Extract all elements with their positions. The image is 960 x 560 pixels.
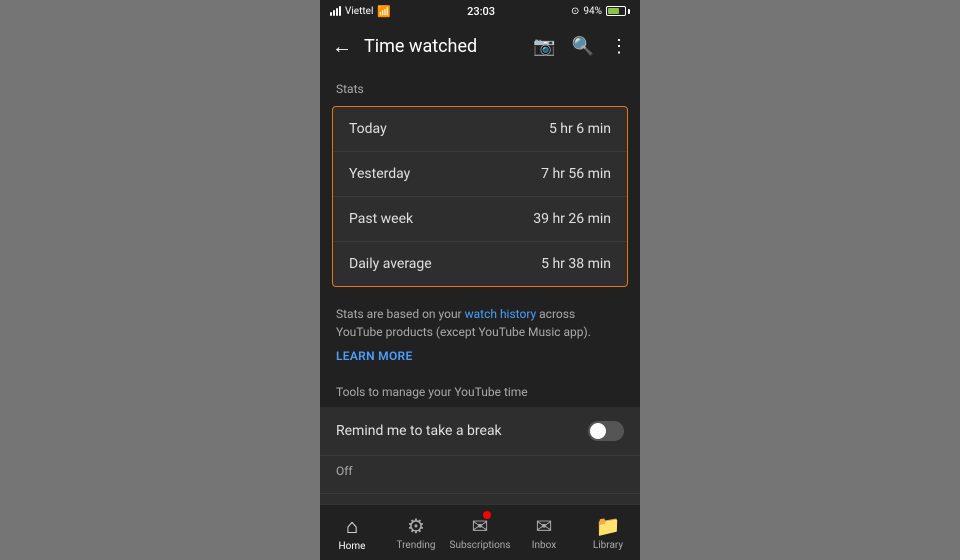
carrier-label: Viettel — [345, 6, 373, 17]
video-camera-icon[interactable]: 📷 — [533, 36, 555, 57]
learn-more-link[interactable]: LEARN MORE — [320, 345, 640, 375]
back-button[interactable]: ← — [332, 34, 352, 59]
stat-label-daily-avg: Daily average — [349, 256, 432, 272]
remind-toggle-knob — [590, 423, 606, 439]
stat-value-daily-avg: 5 hr 38 min — [541, 256, 611, 272]
content-area: Stats Today 5 hr 6 min Yesterday 7 hr 56… — [320, 70, 640, 504]
status-right: ⊙ 94% — [571, 6, 630, 17]
remind-state-row: Off — [320, 456, 640, 494]
nav-item-inbox[interactable]: ✉ Inbox — [512, 514, 576, 551]
battery-icon — [606, 6, 630, 16]
battery-percent: 94% — [583, 6, 602, 17]
autoplay-toggle-row: Autoplay — [320, 494, 640, 504]
bottom-nav: ⌂ Home ⚙ Trending ✉ Subscriptions ✉ Inbo… — [320, 504, 640, 560]
nav-label-library: Library — [593, 540, 623, 551]
stat-row-today: Today 5 hr 6 min — [333, 107, 627, 152]
stats-description: Stats are based on your watch history ac… — [320, 295, 640, 345]
top-bar-icons: 📷 🔍 ⋮ — [533, 36, 628, 57]
signal-bars-icon — [330, 6, 341, 16]
stat-label-yesterday: Yesterday — [349, 166, 410, 182]
stat-row-past-week: Past week 39 hr 26 min — [333, 197, 627, 242]
remind-toggle-switch[interactable] — [588, 421, 624, 441]
home-icon: ⌂ — [346, 514, 358, 539]
nav-item-home[interactable]: ⌂ Home — [320, 514, 384, 552]
nav-item-library[interactable]: 📁 Library — [576, 514, 640, 551]
stat-value-yesterday: 7 hr 56 min — [541, 166, 611, 182]
nav-item-subscriptions[interactable]: ✉ Subscriptions — [448, 514, 512, 551]
status-bar: Viettel 📶 23:03 ⊙ 94% — [320, 0, 640, 22]
more-options-icon[interactable]: ⋮ — [610, 36, 628, 57]
stat-label-today: Today — [349, 121, 387, 137]
nav-item-trending[interactable]: ⚙ Trending — [384, 514, 448, 551]
stats-card: Today 5 hr 6 min Yesterday 7 hr 56 min P… — [332, 106, 628, 287]
remind-label: Remind me to take a break — [336, 423, 502, 439]
stat-value-past-week: 39 hr 26 min — [533, 211, 611, 227]
nav-label-inbox: Inbox — [532, 540, 556, 551]
top-bar: ← Time watched 📷 🔍 ⋮ — [320, 22, 640, 70]
status-left: Viettel 📶 — [330, 5, 391, 18]
subscriptions-badge — [483, 511, 491, 519]
remind-state-label: Off — [336, 464, 353, 478]
stat-value-today: 5 hr 6 min — [549, 121, 611, 137]
circle-status-icon: ⊙ — [571, 6, 579, 17]
status-time: 23:03 — [467, 5, 495, 18]
remind-toggle-row: Remind me to take a break — [320, 407, 640, 456]
nav-label-subscriptions: Subscriptions — [450, 540, 511, 551]
watch-history-link[interactable]: watch history — [465, 307, 537, 321]
tools-section-label: Tools to manage your YouTube time — [320, 375, 640, 407]
nav-label-home: Home — [339, 541, 366, 552]
search-icon[interactable]: 🔍 — [572, 36, 594, 57]
stat-row-daily-avg: Daily average 5 hr 38 min — [333, 242, 627, 286]
wifi-icon: 📶 — [377, 5, 391, 18]
phone-container: Viettel 📶 23:03 ⊙ 94% ← Time watched 📷 🔍… — [320, 0, 640, 560]
page-title: Time watched — [364, 36, 533, 57]
library-icon: 📁 — [596, 514, 621, 538]
stat-label-past-week: Past week — [349, 211, 413, 227]
nav-label-trending: Trending — [397, 540, 436, 551]
subscriptions-badge-container: ✉ — [472, 514, 489, 538]
stat-row-yesterday: Yesterday 7 hr 56 min — [333, 152, 627, 197]
trending-icon: ⚙ — [407, 514, 425, 538]
inbox-icon: ✉ — [536, 514, 553, 538]
stats-section-label: Stats — [320, 70, 640, 102]
